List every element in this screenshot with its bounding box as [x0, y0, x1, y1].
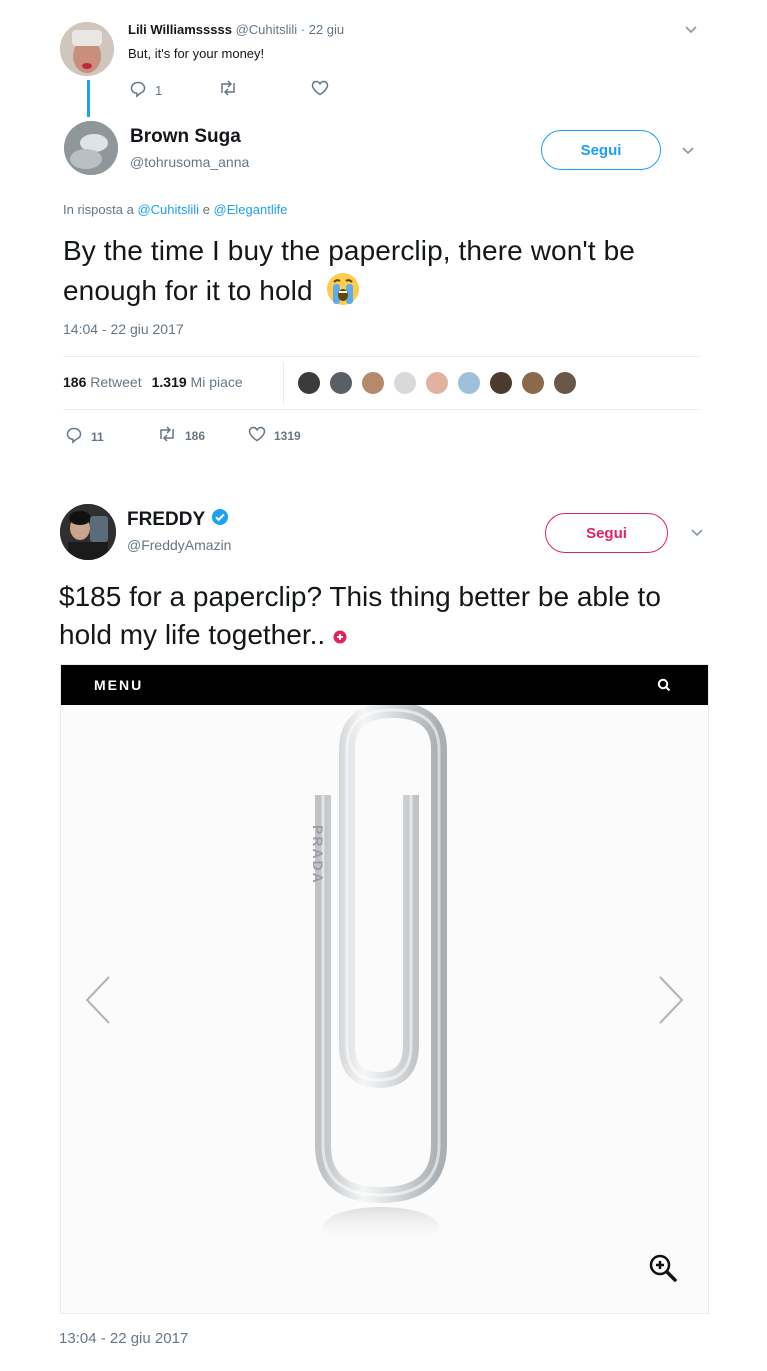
divider	[63, 409, 699, 410]
liker-avatar[interactable]	[328, 370, 354, 396]
heart-icon	[248, 426, 266, 445]
mention-link[interactable]: @Elegantlife	[214, 202, 288, 217]
liker-avatar[interactable]	[392, 370, 418, 396]
like-count: 1319	[274, 428, 301, 443]
reply-icon	[65, 426, 83, 447]
tweet-text: But, it's for your money!	[128, 46, 265, 61]
tweet-timestamp[interactable]: 13:04 - 22 giu 2017	[59, 1330, 188, 1347]
retweet-stat-count: 186	[63, 374, 87, 390]
author-handle-time[interactable]: @Cuhitslili · 22 giu	[236, 22, 345, 37]
reply-to-prefix: In risposta a	[63, 202, 134, 217]
author-name[interactable]: FREDDY	[127, 509, 205, 531]
like-button[interactable]: 1319	[248, 426, 301, 445]
follow-button[interactable]: Segui	[541, 130, 661, 170]
author-name[interactable]: Brown Suga	[130, 126, 241, 148]
zoom-in-icon	[648, 1253, 678, 1288]
author-name-row[interactable]: FREDDY	[127, 508, 229, 532]
like-stat-count: 1.319	[151, 374, 187, 390]
like-button[interactable]	[311, 80, 329, 99]
crying-face-emoji-icon	[325, 271, 361, 307]
retweet-stat-label: Retweet	[90, 374, 142, 390]
avatar[interactable]	[64, 121, 118, 175]
tweet-timestamp[interactable]: 14:04 - 22 giu 2017	[63, 321, 184, 337]
verified-badge-icon	[211, 508, 229, 532]
retweet-icon	[218, 80, 238, 99]
avatar[interactable]	[60, 22, 114, 76]
reply-count: 1	[155, 83, 163, 98]
tweet-media-image[interactable]: MENU PRADA	[60, 664, 709, 1314]
author-handle[interactable]: @tohrusoma_anna	[130, 154, 249, 170]
red-circle-plus-emoji-icon	[333, 619, 347, 650]
liker-avatar[interactable]	[424, 370, 450, 396]
retweet-stat[interactable]: 186 Retweet	[63, 374, 142, 390]
tweet-text: By the time I buy the paperclip, there w…	[63, 231, 703, 311]
mention-link[interactable]: @Cuhitslili	[137, 202, 199, 217]
thread-line	[87, 80, 90, 117]
like-stat-label: Mi piace	[190, 374, 243, 390]
paperclip-product-image: PRADA	[310, 705, 447, 1247]
divider	[63, 356, 699, 357]
brand-engraving: PRADA	[310, 825, 326, 885]
search-icon	[657, 678, 671, 697]
follow-button[interactable]: Segui	[545, 513, 668, 553]
retweet-count: 186	[185, 428, 206, 443]
heart-icon	[311, 80, 329, 99]
author-handle[interactable]: @FreddyAmazin	[127, 537, 231, 553]
reply-to-and: e	[202, 202, 210, 217]
website-menu-label: MENU	[94, 677, 144, 693]
liker-avatar[interactable]	[520, 370, 546, 396]
chevron-down-icon[interactable]	[684, 22, 698, 38]
author-name[interactable]: Lili Williamsssss	[128, 22, 232, 37]
liker-avatar[interactable]	[456, 370, 482, 396]
chevron-left-icon	[83, 975, 113, 1030]
liker-avatars	[296, 370, 584, 396]
reply-button[interactable]: 1	[129, 80, 162, 101]
retweet-button[interactable]	[218, 80, 238, 99]
retweet-icon	[157, 426, 177, 445]
like-stat[interactable]: 1.319 Mi piace	[152, 374, 243, 390]
tweet-text-content: $185 for a paperclip? This thing better …	[59, 581, 661, 650]
chevron-down-icon[interactable]	[681, 143, 695, 159]
liker-avatar[interactable]	[296, 370, 322, 396]
divider	[283, 362, 284, 404]
liker-avatar[interactable]	[488, 370, 514, 396]
reply-button[interactable]: 11	[65, 426, 104, 447]
liker-avatar[interactable]	[360, 370, 386, 396]
tweet-text: $185 for a paperclip? This thing better …	[59, 578, 719, 654]
tweet-author[interactable]: Lili Williamsssss @Cuhitslili · 22 giu	[128, 22, 344, 37]
reply-icon	[129, 80, 147, 101]
avatar[interactable]	[60, 504, 116, 560]
liker-avatar[interactable]	[552, 370, 578, 396]
tweet-stats: 186 Retweet 1.319 Mi piace	[63, 374, 243, 390]
reply-context: In risposta a @Cuhitslili e @Elegantlife	[63, 202, 287, 217]
retweet-button[interactable]: 186	[157, 426, 205, 445]
chevron-down-icon[interactable]	[690, 525, 704, 541]
reply-count: 11	[91, 429, 104, 444]
website-header-bar: MENU	[61, 665, 708, 705]
chevron-right-icon	[656, 975, 686, 1030]
